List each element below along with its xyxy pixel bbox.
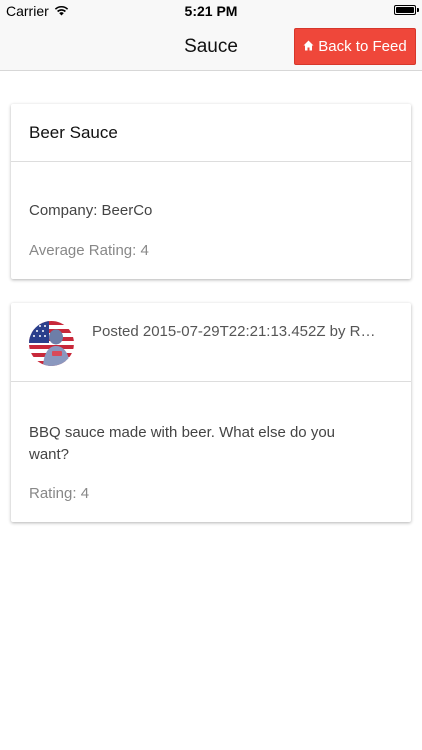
status-right xyxy=(394,5,419,15)
review-card-body: BBQ sauce made with beer. What else do y… xyxy=(11,382,411,522)
back-to-feed-label: Back to Feed xyxy=(318,38,407,55)
review-body: BBQ sauce made with beer. What else do y… xyxy=(29,424,335,463)
status-bar: Carrier 5:21 PM xyxy=(0,0,422,22)
battery-icon xyxy=(394,5,419,15)
sauce-name: Beer Sauce xyxy=(29,123,118,142)
battery-fill xyxy=(396,7,414,13)
review-rating: Rating: 4 xyxy=(29,485,90,502)
review-card-header: Posted 2015-07-29T22:21:13.452Z by R… xyxy=(11,303,411,382)
sauce-card: Beer Sauce Company: BeerCo Average Ratin… xyxy=(11,104,411,279)
avatar[interactable] xyxy=(29,321,74,366)
battery-cap xyxy=(417,8,419,12)
user-avatar-icon xyxy=(29,321,74,366)
back-to-feed-button[interactable]: Back to Feed xyxy=(294,28,416,65)
sauce-card-header: Beer Sauce xyxy=(11,104,411,162)
nav-bar: Sauce Back to Feed xyxy=(0,22,422,71)
review-card: Posted 2015-07-29T22:21:13.452Z by R… BB… xyxy=(11,303,411,522)
home-icon xyxy=(303,38,314,55)
sauce-company: Company: BeerCo xyxy=(29,202,153,219)
review-posted-line: Posted 2015-07-29T22:21:13.452Z by R… xyxy=(92,323,376,340)
sauce-card-body: Company: BeerCo Average Rating: 4 xyxy=(11,162,411,279)
sauce-detail-screen: Carrier 5:21 PM Sauce Back to Feed Beer … xyxy=(0,0,422,750)
status-time: 5:21 PM xyxy=(184,3,238,19)
sauce-average-rating: Average Rating: 4 xyxy=(29,242,149,259)
